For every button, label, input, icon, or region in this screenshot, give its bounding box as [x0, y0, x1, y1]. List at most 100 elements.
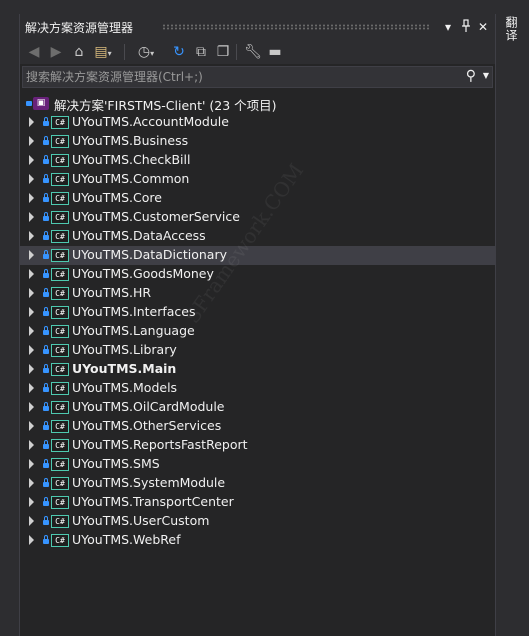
forward-icon[interactable]: ▶: [48, 43, 64, 61]
project-node[interactable]: C# UYouTMS.Library: [20, 341, 495, 360]
lock-icon: [43, 117, 49, 126]
project-label: UYouTMS.ReportsFastReport: [72, 437, 248, 452]
window-position-dropdown-icon[interactable]: ▾: [441, 19, 455, 35]
project-node[interactable]: C# UYouTMS.WebRef: [20, 531, 495, 550]
expand-arrow-icon[interactable]: [29, 421, 34, 431]
project-node[interactable]: C# UYouTMS.Common: [20, 170, 495, 189]
lock-icon: [43, 288, 49, 297]
expand-arrow-icon[interactable]: [29, 136, 34, 146]
project-node[interactable]: C# UYouTMS.HR: [20, 284, 495, 303]
expand-arrow-icon[interactable]: [29, 383, 34, 393]
solution-label: 解决方案'FIRSTMS-Client' (23 个项目): [54, 98, 277, 113]
project-label: UYouTMS.OilCardModule: [72, 399, 225, 414]
csharp-project-icon: C#: [51, 154, 69, 167]
expand-arrow-icon[interactable]: [29, 497, 34, 507]
csharp-project-icon: C#: [51, 439, 69, 452]
csharp-project-icon: C#: [51, 382, 69, 395]
csharp-project-icon: C#: [51, 268, 69, 281]
panel-titlebar[interactable]: 解决方案资源管理器 ▾ ✕: [20, 14, 495, 40]
expand-arrow-icon[interactable]: [29, 535, 34, 545]
search-box[interactable]: ⚲ ▼: [22, 66, 493, 88]
csharp-project-icon: C#: [51, 458, 69, 471]
project-node[interactable]: C# UYouTMS.AccountModule: [20, 113, 495, 132]
lock-icon: [43, 174, 49, 183]
project-label: UYouTMS.DataDictionary: [72, 247, 227, 262]
project-node[interactable]: C# UYouTMS.Main: [20, 360, 495, 379]
csharp-project-icon: C#: [51, 325, 69, 338]
lock-icon: [43, 212, 49, 221]
project-node[interactable]: C# UYouTMS.Language: [20, 322, 495, 341]
project-label: UYouTMS.WebRef: [72, 532, 181, 547]
csharp-project-icon: C#: [51, 344, 69, 357]
expand-arrow-icon[interactable]: [29, 269, 34, 279]
collapse-all-icon[interactable]: ⧉: [192, 43, 210, 61]
sync-with-active-document-icon[interactable]: ▤▾: [92, 43, 114, 61]
expand-arrow-icon[interactable]: [29, 250, 34, 260]
project-node[interactable]: C# UYouTMS.DataDictionary: [20, 246, 495, 265]
project-node[interactable]: C# UYouTMS.SystemModule: [20, 474, 495, 493]
project-label: UYouTMS.Core: [72, 190, 162, 205]
expand-arrow-icon[interactable]: [29, 345, 34, 355]
expand-arrow-icon[interactable]: [29, 364, 34, 374]
pending-changes-filter-icon[interactable]: ◷▾: [134, 43, 158, 61]
side-tab-translate[interactable]: 翻译: [504, 16, 520, 42]
project-node[interactable]: C# UYouTMS.OilCardModule: [20, 398, 495, 417]
pin-icon[interactable]: [459, 19, 473, 35]
panel-toolbar: ◀ ▶ ⌂ ▤▾ ◷▾ ↻ ⧉ ❐ 🔧︎ ▬: [20, 40, 495, 64]
project-label: UYouTMS.Models: [72, 380, 178, 395]
expand-arrow-icon[interactable]: [29, 174, 34, 184]
lock-icon: [43, 535, 49, 544]
lock-icon: [43, 421, 49, 430]
show-all-files-icon[interactable]: ❐: [214, 43, 232, 61]
project-node[interactable]: C# UYouTMS.ReportsFastReport: [20, 436, 495, 455]
expand-arrow-icon[interactable]: [29, 193, 34, 203]
project-node[interactable]: C# UYouTMS.Models: [20, 379, 495, 398]
expand-arrow-icon[interactable]: [29, 440, 34, 450]
project-node[interactable]: C# UYouTMS.GoodsMoney: [20, 265, 495, 284]
project-node[interactable]: C# UYouTMS.Business: [20, 132, 495, 151]
expand-arrow-icon[interactable]: [29, 402, 34, 412]
expand-arrow-icon[interactable]: [29, 326, 34, 336]
search-input[interactable]: [26, 67, 456, 87]
properties-wrench-icon[interactable]: 🔧︎: [244, 43, 262, 61]
project-label: UYouTMS.HR: [72, 285, 152, 300]
expand-arrow-icon[interactable]: [29, 155, 34, 165]
search-options-dropdown-icon[interactable]: ▼: [483, 71, 489, 80]
left-dock-strip: [0, 0, 19, 636]
project-label: UYouTMS.AccountModule: [72, 114, 229, 129]
project-node[interactable]: C# UYouTMS.CheckBill: [20, 151, 495, 170]
lock-icon: [43, 516, 49, 525]
csharp-project-icon: C#: [51, 287, 69, 300]
project-label: UYouTMS.Interfaces: [72, 304, 196, 319]
panel-title: 解决方案资源管理器: [25, 21, 134, 35]
csharp-project-icon: C#: [51, 477, 69, 490]
project-node[interactable]: C# UYouTMS.SMS: [20, 455, 495, 474]
solution-node[interactable]: ▣ 解决方案'FIRSTMS-Client' (23 个项目): [20, 94, 495, 113]
expand-arrow-icon[interactable]: [29, 516, 34, 526]
preview-selected-items-icon[interactable]: ▬: [266, 43, 284, 61]
expand-arrow-icon[interactable]: [29, 212, 34, 222]
home-icon[interactable]: ⌂: [70, 43, 88, 61]
csharp-project-icon: C#: [51, 401, 69, 414]
project-node[interactable]: C# UYouTMS.OtherServices: [20, 417, 495, 436]
solution-icon: ▣: [33, 97, 49, 110]
back-icon[interactable]: ◀: [26, 43, 42, 61]
toolbar-separator: [236, 44, 237, 60]
expand-arrow-icon[interactable]: [29, 117, 34, 127]
csharp-project-icon: C#: [51, 211, 69, 224]
close-icon[interactable]: ✕: [476, 19, 490, 35]
toolbar-separator: [124, 44, 125, 60]
expand-arrow-icon[interactable]: [29, 307, 34, 317]
lock-icon: [43, 307, 49, 316]
project-label: UYouTMS.Common: [72, 171, 190, 186]
search-icon[interactable]: ⚲: [466, 68, 476, 84]
expand-arrow-icon[interactable]: [29, 478, 34, 488]
project-label: UYouTMS.UserCustom: [72, 513, 210, 528]
project-node[interactable]: C# UYouTMS.TransportCenter: [20, 493, 495, 512]
expand-arrow-icon[interactable]: [29, 459, 34, 469]
expand-arrow-icon[interactable]: [29, 288, 34, 298]
refresh-icon[interactable]: ↻: [170, 43, 188, 61]
expand-arrow-icon[interactable]: [29, 231, 34, 241]
project-node[interactable]: C# UYouTMS.Interfaces: [20, 303, 495, 322]
project-node[interactable]: C# UYouTMS.UserCustom: [20, 512, 495, 531]
